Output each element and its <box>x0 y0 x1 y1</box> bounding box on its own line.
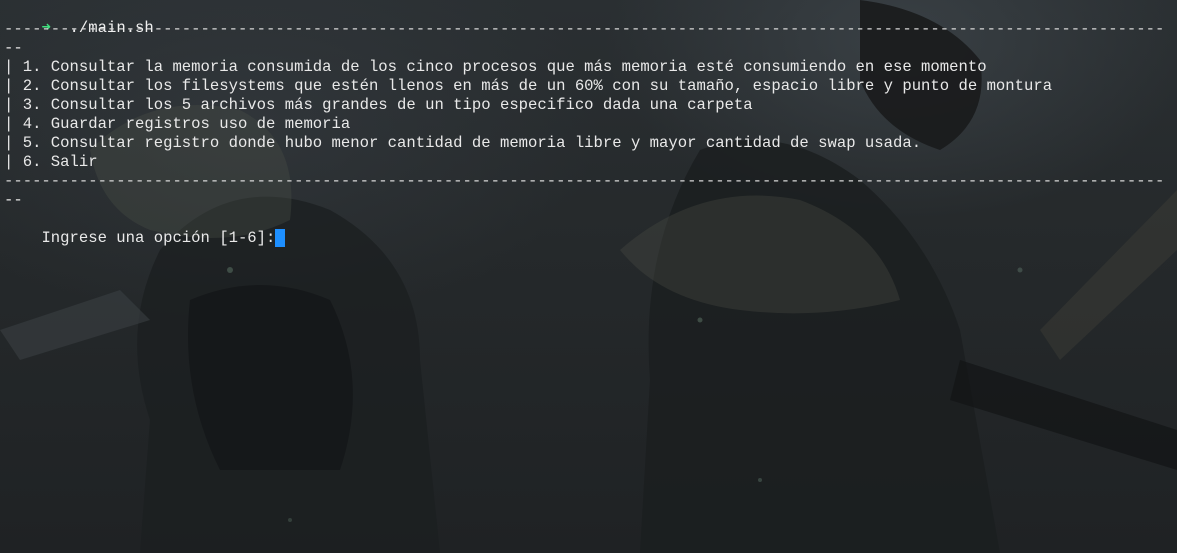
divider-bottom-wrap: -- <box>4 191 23 209</box>
menu-item-2: | 2. Consultar los filesystems que estén… <box>4 77 1053 95</box>
terminal-window[interactable]: ➜ ./main.sh ----------------------------… <box>0 0 1177 553</box>
divider-bottom: ----------------------------------------… <box>4 172 1164 190</box>
input-line[interactable]: Ingrese una opción [1-6]: <box>4 210 286 247</box>
divider-top-wrap: -- <box>4 39 23 57</box>
menu-item-4: | 4. Guardar registros uso de memoria <box>4 115 351 133</box>
menu-item-3: | 3. Consultar los 5 archivos más grande… <box>4 96 753 114</box>
input-prompt: Ingrese una opción [1-6]: <box>41 229 276 247</box>
menu-item-5: | 5. Consultar registro donde hubo menor… <box>4 134 922 152</box>
text-cursor[interactable] <box>275 229 286 247</box>
menu-item-1: | 1. Consultar la memoria consumida de l… <box>4 58 987 76</box>
menu-item-6: | 6. Salir <box>4 153 98 171</box>
command-line: ➜ ./main.sh <box>4 0 153 37</box>
divider-top: ----------------------------------------… <box>4 20 1164 38</box>
